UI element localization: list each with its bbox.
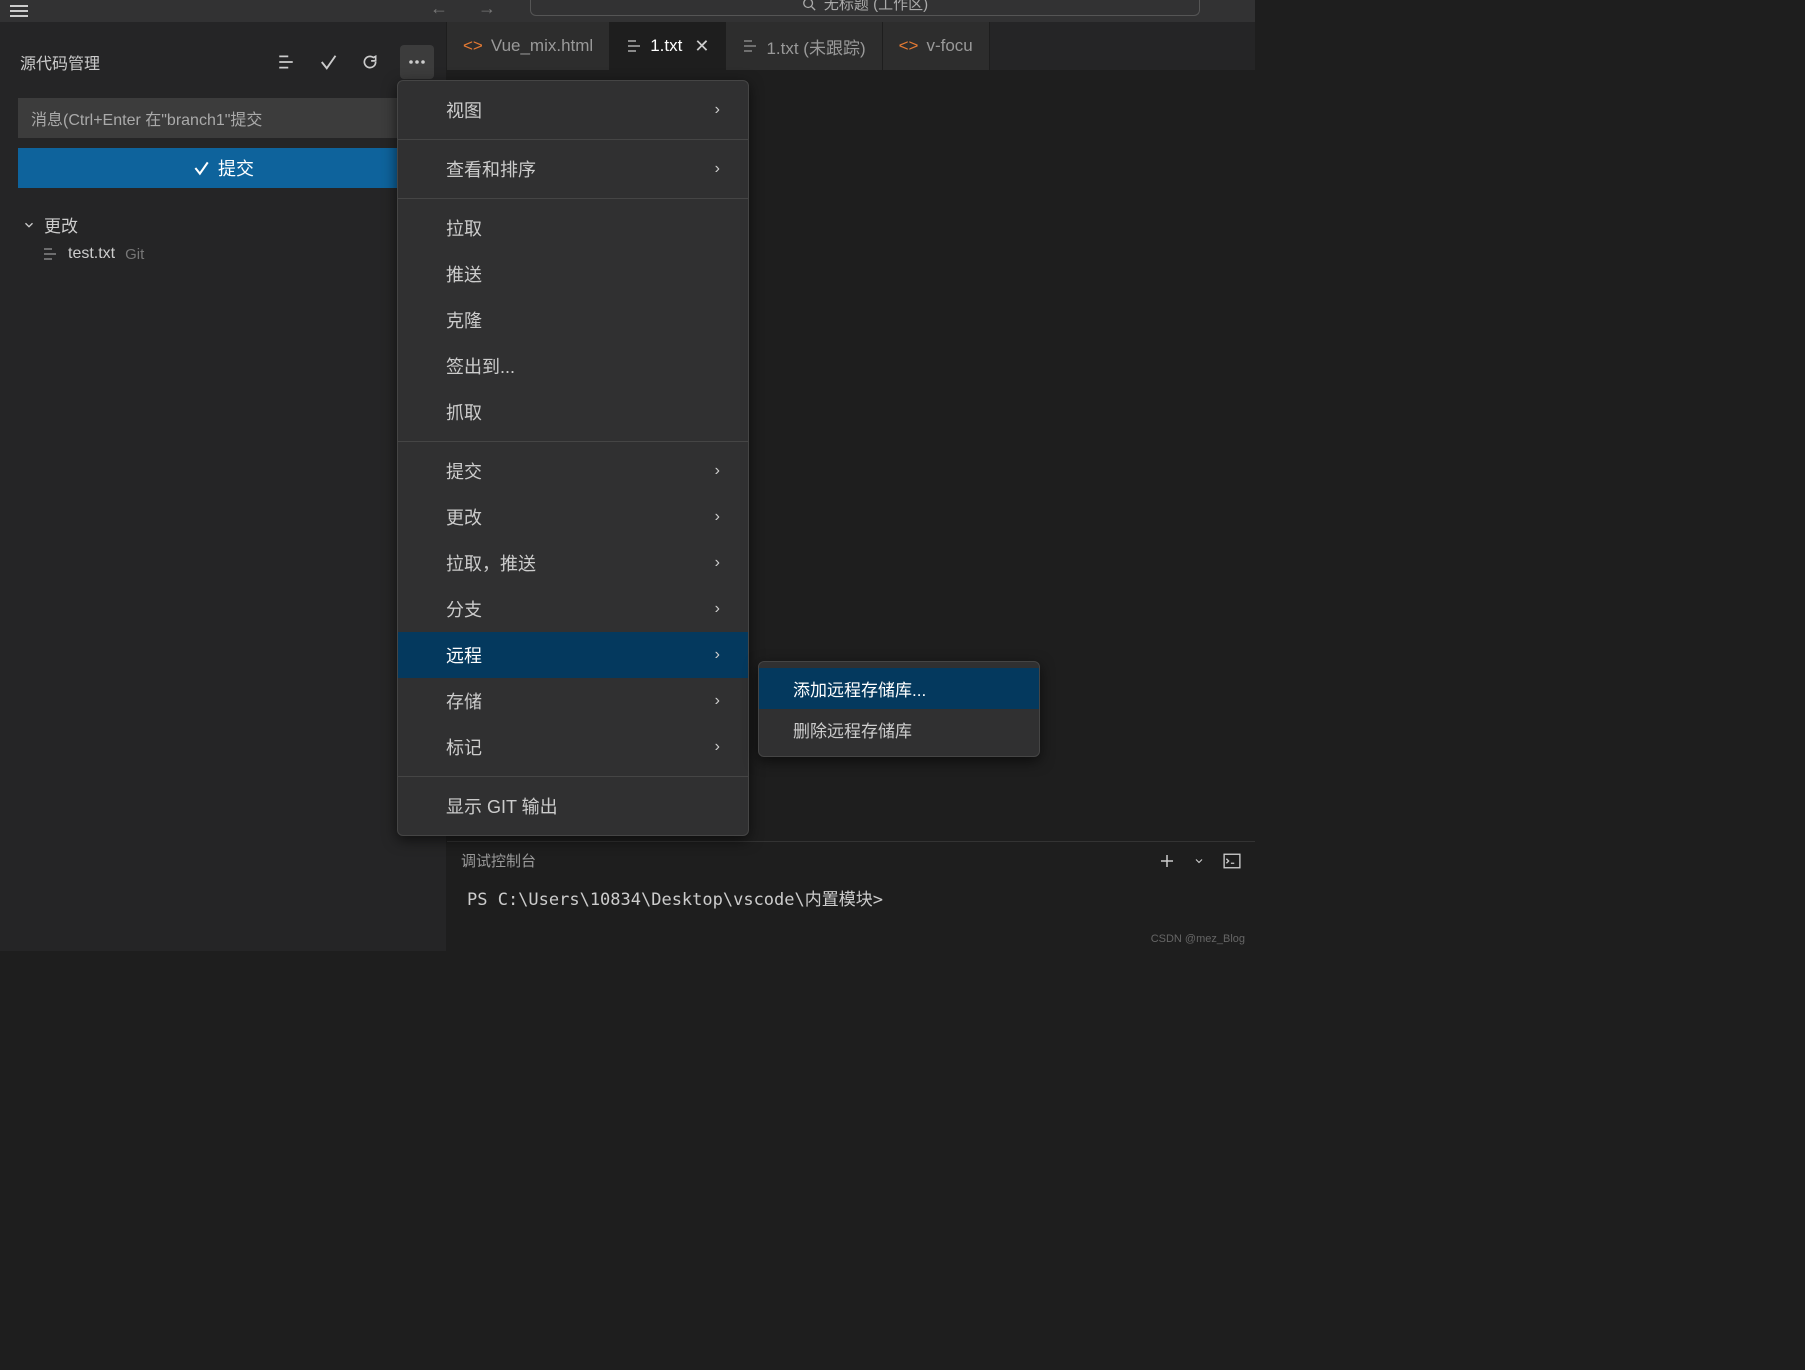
watermark: CSDN @mez_Blog [1151, 933, 1245, 945]
text-icon [742, 38, 758, 54]
commit-button[interactable]: 提交 [18, 148, 428, 188]
close-icon[interactable]: ✕ [694, 36, 709, 57]
remote-submenu: 添加远程存储库... 删除远程存储库 [758, 661, 1040, 757]
chevron-right-icon: › [715, 462, 720, 480]
tab-v-focu[interactable]: <> v-focu [883, 22, 990, 70]
changes-header[interactable]: 更改 [12, 212, 434, 237]
menu-checkout[interactable]: 签出到... [398, 343, 748, 389]
command-center-text: 无标题 (工作区) [824, 0, 928, 14]
commit-message-input[interactable]: 消息(Ctrl+Enter 在"branch1"提交 [18, 98, 428, 138]
menu-view[interactable]: 视图› [398, 87, 748, 133]
tab-1-txt[interactable]: 1.txt ✕ [610, 22, 726, 70]
menu-commit[interactable]: 提交› [398, 448, 748, 494]
menu-separator [398, 441, 748, 442]
code-icon: <> [899, 36, 919, 56]
terminal-panel: 调试控制台 PS C:\Users\10834\Desktop\vscode\内… [447, 841, 1255, 951]
submenu-remove-remote[interactable]: 删除远程存储库 [759, 709, 1039, 750]
menu-view-sort[interactable]: 查看和排序› [398, 146, 748, 192]
menu-stash[interactable]: 存储› [398, 678, 748, 724]
chevron-right-icon: › [715, 508, 720, 526]
titlebar: ← → 无标题 (工作区) [0, 0, 1255, 22]
menu-separator [398, 198, 748, 199]
commit-icon[interactable] [316, 50, 340, 74]
scm-context-menu: 视图› 查看和排序› 拉取 推送 克隆 签出到... 抓取 提交› 更改› 拉取… [397, 80, 749, 836]
chevron-right-icon: › [715, 101, 720, 119]
chevron-right-icon: › [715, 646, 720, 664]
changed-file-item[interactable]: test.txt Git [12, 237, 434, 263]
tree-view-icon[interactable] [274, 50, 298, 74]
scm-title: 源代码管理 [20, 50, 100, 74]
file-name: test.txt [68, 245, 115, 263]
terminal-prompt[interactable]: PS C:\Users\10834\Desktop\vscode\内置模块> [447, 871, 1255, 924]
menu-changes[interactable]: 更改› [398, 494, 748, 540]
submenu-add-remote[interactable]: 添加远程存储库... [759, 668, 1039, 709]
menu-pull-push[interactable]: 拉取，推送› [398, 540, 748, 586]
file-repo: Git [125, 246, 144, 263]
chevron-down-icon [22, 218, 36, 232]
menu-fetch[interactable]: 抓取 [398, 389, 748, 435]
chevron-right-icon: › [715, 160, 720, 178]
chevron-right-icon: › [715, 554, 720, 572]
refresh-icon[interactable] [358, 50, 382, 74]
menu-show-git-output[interactable]: 显示 GIT 输出 [398, 783, 748, 829]
tab-vue-mix[interactable]: <> Vue_mix.html [447, 22, 610, 70]
terminal-shell-icon[interactable] [1223, 852, 1241, 870]
back-arrow-icon[interactable]: ← [430, 0, 448, 19]
hamburger-menu-icon[interactable] [0, 5, 30, 17]
menu-pull[interactable]: 拉取 [398, 205, 748, 251]
add-terminal-icon[interactable] [1159, 853, 1175, 869]
tab-bar: <> Vue_mix.html 1.txt ✕ 1.txt (未跟踪) <> v… [447, 22, 1255, 70]
text-icon [626, 38, 642, 54]
command-center[interactable]: 无标题 (工作区) [530, 0, 1200, 16]
file-icon [42, 246, 58, 262]
nav-arrows: ← → [430, 0, 496, 19]
source-control-sidebar: 源代码管理 消息(Ctrl+Enter 在"branch1"提交 [0, 22, 447, 951]
menu-separator [398, 139, 748, 140]
search-icon [802, 0, 816, 11]
menu-clone[interactable]: 克隆 [398, 297, 748, 343]
forward-arrow-icon[interactable]: → [478, 0, 496, 19]
chevron-right-icon: › [715, 738, 720, 756]
chevron-right-icon: › [715, 692, 720, 710]
chevron-right-icon: › [715, 600, 720, 618]
terminal-tab-debug[interactable]: 调试控制台 [461, 850, 536, 871]
menu-remote[interactable]: 远程› [398, 632, 748, 678]
chevron-down-icon[interactable] [1193, 855, 1205, 867]
menu-branch[interactable]: 分支› [398, 586, 748, 632]
menu-push[interactable]: 推送 [398, 251, 748, 297]
more-actions-icon[interactable] [400, 45, 434, 79]
code-icon: <> [463, 36, 483, 56]
menu-tags[interactable]: 标记› [398, 724, 748, 770]
tab-1-txt-untracked[interactable]: 1.txt (未跟踪) [726, 22, 882, 70]
menu-separator [398, 776, 748, 777]
